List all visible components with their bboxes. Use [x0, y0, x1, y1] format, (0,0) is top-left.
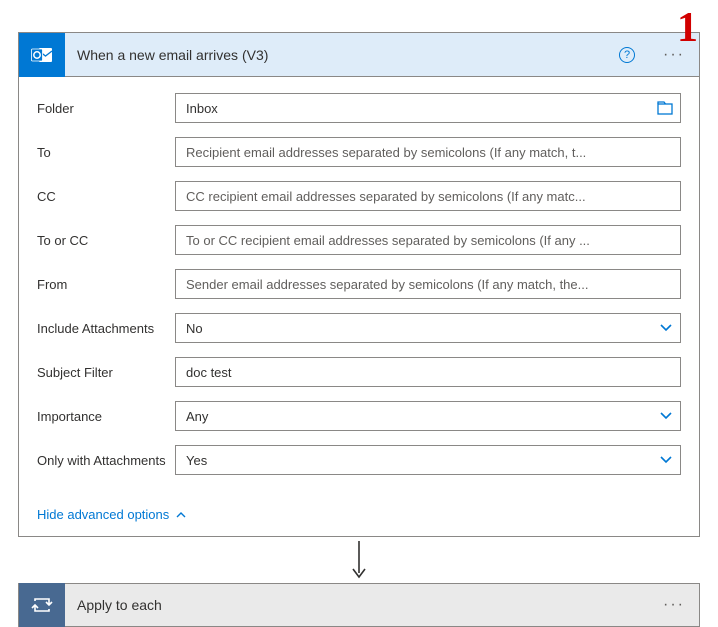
folder-picker-icon[interactable] — [657, 101, 673, 115]
trigger-header[interactable]: When a new email arrives (V3) ? ··· — [19, 33, 699, 77]
to-label: To — [37, 145, 175, 160]
only-with-attachments-select[interactable] — [175, 445, 681, 475]
to-or-cc-input[interactable] — [175, 225, 681, 255]
loop-icon — [19, 583, 65, 627]
folder-label: Folder — [37, 101, 175, 116]
hide-advanced-label: Hide advanced options — [37, 507, 169, 522]
to-or-cc-label: To or CC — [37, 233, 175, 248]
to-input[interactable] — [175, 137, 681, 167]
chevron-down-icon — [659, 323, 673, 333]
apply-to-each-title: Apply to each — [65, 597, 649, 613]
trigger-title: When a new email arrives (V3) — [65, 47, 619, 63]
step-number-annotation: 1 — [677, 4, 698, 52]
include-attachments-select[interactable] — [175, 313, 681, 343]
help-icon[interactable]: ? — [619, 47, 635, 63]
flow-arrow-connector — [0, 537, 718, 583]
trigger-card: When a new email arrives (V3) ? ··· Fold… — [18, 32, 700, 537]
chevron-up-icon — [175, 510, 187, 519]
folder-input[interactable] — [175, 93, 681, 123]
subject-filter-label: Subject Filter — [37, 365, 175, 380]
from-input[interactable] — [175, 269, 681, 299]
more-menu-button[interactable]: ··· — [649, 596, 699, 614]
apply-to-each-card[interactable]: Apply to each ··· — [18, 583, 700, 627]
outlook-icon — [19, 33, 65, 77]
hide-advanced-options-toggle[interactable]: Hide advanced options — [19, 501, 699, 536]
trigger-body: Folder To CC To or CC — [19, 77, 699, 501]
include-attachments-label: Include Attachments — [37, 321, 175, 336]
from-label: From — [37, 277, 175, 292]
subject-filter-input[interactable] — [175, 357, 681, 387]
importance-select[interactable] — [175, 401, 681, 431]
only-with-attachments-label: Only with Attachments — [37, 453, 175, 468]
importance-label: Importance — [37, 409, 175, 424]
cc-label: CC — [37, 189, 175, 204]
chevron-down-icon — [659, 455, 673, 465]
chevron-down-icon — [659, 411, 673, 421]
cc-input[interactable] — [175, 181, 681, 211]
